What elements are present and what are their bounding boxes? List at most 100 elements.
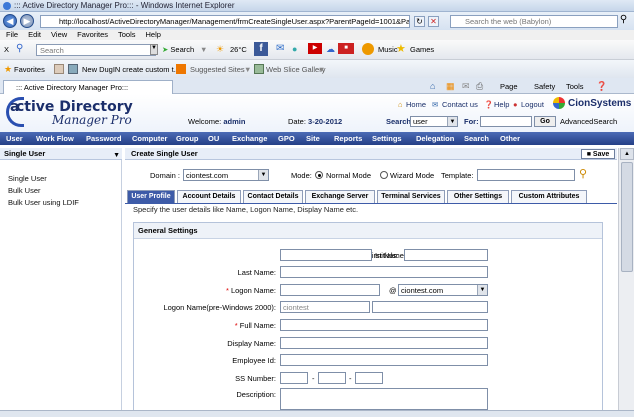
- nav-settings[interactable]: Settings: [372, 134, 402, 143]
- stop-icon[interactable]: ✕: [428, 16, 439, 27]
- advanced-search-link[interactable]: AdvancedSearch: [560, 117, 617, 126]
- description-label: Description:: [236, 390, 276, 399]
- tools-menu[interactable]: Tools: [566, 82, 584, 91]
- search-for-input[interactable]: [480, 116, 532, 127]
- pre2000-name-input[interactable]: [372, 301, 488, 313]
- nav-exchange[interactable]: Exchange: [232, 134, 267, 143]
- tab-other-settings[interactable]: Other Settings: [447, 190, 509, 203]
- description-input[interactable]: [280, 388, 488, 410]
- initials-input[interactable]: [404, 249, 488, 261]
- news-icon[interactable]: ■: [338, 43, 354, 54]
- logon-domain-select[interactable]: ciontest.com ▼: [398, 284, 488, 296]
- browser-tab-row: ::: Active Directory Manager Pro::: ⌂ ▦ …: [0, 78, 634, 94]
- weather-cloud-icon[interactable]: ☁: [326, 44, 335, 55]
- ss-number-part2[interactable]: [318, 372, 346, 384]
- ss-number-part1[interactable]: [280, 372, 308, 384]
- help-icon[interactable]: ❓: [596, 81, 607, 92]
- home-icon[interactable]: ⌂: [430, 81, 435, 91]
- menu-favorites[interactable]: Favorites: [77, 30, 108, 40]
- domain-select[interactable]: ciontest.com ▼: [183, 169, 269, 181]
- display-name-input[interactable]: [280, 337, 488, 349]
- favorite-item-webslice[interactable]: Web Slice Gallery: [266, 65, 325, 74]
- save-button[interactable]: ■ Save: [581, 149, 615, 159]
- favorite-item-dugin[interactable]: New DugIN create custom t...: [82, 65, 180, 74]
- scroll-thumb[interactable]: [621, 162, 633, 272]
- go-button[interactable]: Go: [534, 116, 556, 127]
- employee-id-input[interactable]: [280, 354, 488, 366]
- weather-temp[interactable]: 26°C: [230, 45, 247, 54]
- web-search-input[interactable]: Search the web (Babylon): [450, 15, 618, 28]
- logon-name-input[interactable]: [280, 284, 380, 296]
- home-link[interactable]: Home: [406, 100, 426, 109]
- search-scope-select[interactable]: user ▼: [410, 116, 458, 127]
- left-item-bulk-user[interactable]: Bulk User: [8, 186, 41, 195]
- tab-user-profile[interactable]: User Profile: [127, 190, 175, 203]
- browser-tab[interactable]: ::: Active Directory Manager Pro:::: [3, 80, 173, 94]
- nav-other[interactable]: Other: [500, 134, 520, 143]
- left-item-bulk-ldif[interactable]: Bulk User using LDIF: [8, 198, 79, 207]
- facebook-icon[interactable]: f: [254, 42, 268, 56]
- menu-view[interactable]: View: [51, 30, 67, 40]
- tab-exchange-server[interactable]: Exchange Server: [305, 190, 375, 203]
- pre2000-domain-input[interactable]: ciontest: [280, 301, 370, 313]
- url-field[interactable]: http://localhost/ActiveDirectoryManager/…: [40, 15, 410, 28]
- pre2000-domain-value: ciontest: [283, 303, 309, 312]
- tab-account-details[interactable]: Account Details: [177, 190, 241, 203]
- nav-reports[interactable]: Reports: [334, 134, 362, 143]
- print-icon[interactable]: ⎙: [476, 81, 483, 92]
- music-link[interactable]: Music: [378, 45, 398, 54]
- template-search-icon[interactable]: ⚲: [579, 167, 587, 180]
- nav-user[interactable]: User: [6, 134, 23, 143]
- contact-link[interactable]: Contact us: [442, 100, 478, 109]
- help-link[interactable]: Help: [494, 100, 509, 109]
- nav-computer[interactable]: Computer: [132, 134, 167, 143]
- mode-wizard-radio[interactable]: [380, 171, 388, 179]
- left-item-single-user[interactable]: Single User: [8, 174, 47, 183]
- close-toolbar-button[interactable]: X: [4, 45, 9, 54]
- template-input[interactable]: [477, 169, 575, 181]
- nav-password[interactable]: Password: [86, 134, 121, 143]
- add-favorite-icon[interactable]: [54, 64, 64, 74]
- date-label: Date:: [288, 117, 306, 126]
- page-menu[interactable]: Page: [500, 82, 518, 91]
- nav-workflow[interactable]: Work Flow: [36, 134, 74, 143]
- games-link[interactable]: Games: [410, 45, 434, 54]
- refresh-icon[interactable]: ↻: [414, 16, 425, 27]
- toolbar-search-button[interactable]: ➤ Search: [162, 45, 194, 54]
- menu-tools[interactable]: Tools: [118, 30, 136, 40]
- youtube-icon[interactable]: ▶: [308, 43, 322, 54]
- favorite-item-suggested[interactable]: Suggested Sites: [190, 65, 245, 74]
- twitter-icon[interactable]: ●: [292, 44, 297, 54]
- nav-delegation[interactable]: Delegation: [416, 134, 454, 143]
- nav-group[interactable]: Group: [176, 134, 199, 143]
- nav-gpo[interactable]: GPO: [278, 134, 295, 143]
- last-name-input[interactable]: [280, 266, 488, 278]
- first-name-input[interactable]: [280, 249, 372, 261]
- safety-menu[interactable]: Safety: [534, 82, 555, 91]
- feeds-icon[interactable]: ▦: [446, 81, 455, 92]
- mail-icon[interactable]: ✉: [462, 81, 470, 92]
- mail-icon[interactable]: ✉: [276, 43, 284, 54]
- mode-normal-radio[interactable]: [315, 171, 323, 179]
- forward-arrow-icon[interactable]: ▶: [20, 14, 34, 28]
- nav-ou[interactable]: OU: [208, 134, 219, 143]
- menu-edit[interactable]: Edit: [28, 30, 41, 40]
- menu-help[interactable]: Help: [146, 30, 161, 40]
- logout-link[interactable]: Logout: [521, 100, 544, 109]
- tab-custom-attributes[interactable]: Custom Attributes: [511, 190, 587, 203]
- vertical-scrollbar[interactable]: ▲: [618, 148, 634, 410]
- left-panel-header[interactable]: Single User ▼: [0, 148, 122, 160]
- toolbar-search-input[interactable]: Search: [36, 44, 156, 56]
- favorites-button[interactable]: Favorites: [14, 65, 45, 74]
- nav-site[interactable]: Site: [306, 134, 320, 143]
- search-icon[interactable]: ⚲: [618, 15, 629, 26]
- search-dropdown-icon[interactable]: ▼: [150, 44, 158, 55]
- nav-search[interactable]: Search: [464, 134, 489, 143]
- full-name-input[interactable]: [280, 319, 488, 331]
- menu-file[interactable]: File: [6, 30, 18, 40]
- ss-number-part3[interactable]: [355, 372, 383, 384]
- back-arrow-icon[interactable]: ◀: [3, 14, 17, 28]
- tab-terminal-services[interactable]: Terminal Services: [377, 190, 445, 203]
- scroll-up-icon[interactable]: ▲: [620, 148, 634, 160]
- tab-contact-details[interactable]: Contact Details: [243, 190, 303, 203]
